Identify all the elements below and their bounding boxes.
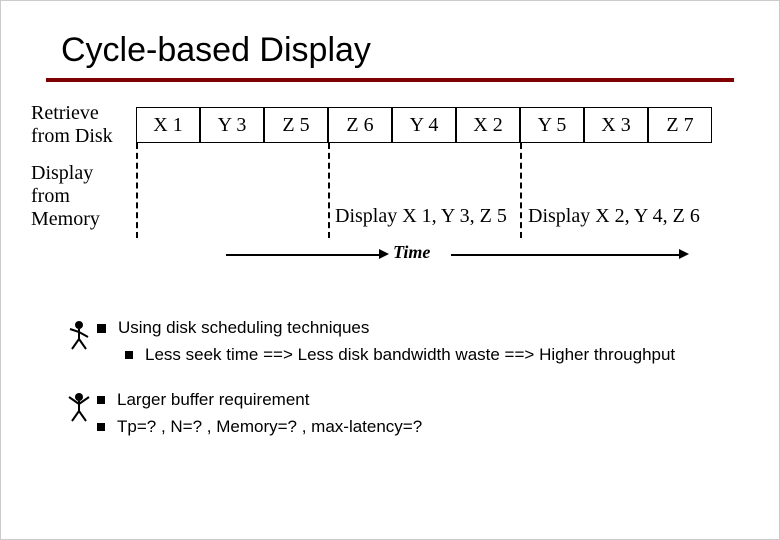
bullet-icon [97, 396, 105, 404]
arrowhead-left [379, 249, 389, 259]
time-arrow-left [226, 254, 381, 256]
dashed-1 [136, 143, 138, 238]
label-retrieve: Retrieve from Disk [31, 102, 131, 148]
bullet-main-1: Using disk scheduling techniques [118, 317, 369, 340]
bullet-group-1: Using disk scheduling techniques Less se… [61, 317, 749, 371]
page-title: Cycle-based Display [31, 21, 749, 78]
label-display: Display from Memory [31, 162, 131, 231]
block-1: Y 3 [200, 107, 264, 143]
dashed-2 [328, 143, 330, 238]
bullet-sub-1: Less seek time ==> Less disk bandwidth w… [145, 344, 675, 367]
bullet-sub-2b: Tp=? , N=? , Memory=? , max-latency=? [117, 416, 422, 439]
title-underline [46, 78, 734, 82]
block-3: Z 6 [328, 107, 392, 143]
diagram: Retrieve from Disk Display from Memory X… [31, 102, 749, 282]
block-5: X 2 [456, 107, 520, 143]
figure-icon-1 [61, 317, 97, 353]
arrowhead-right [679, 249, 689, 259]
block-6: Y 5 [520, 107, 584, 143]
block-2: Z 5 [264, 107, 328, 143]
display-text-1: Display X 1, Y 3, Z 5 [335, 205, 507, 228]
block-8: Z 7 [648, 107, 712, 143]
dashed-3 [520, 143, 522, 238]
bullet-icon [97, 423, 105, 431]
display-text-2: Display X 2, Y 4, Z 6 [528, 205, 700, 228]
block-7: X 3 [584, 107, 648, 143]
blocks-row: X 1 Y 3 Z 5 Z 6 Y 4 X 2 Y 5 X 3 Z 7 [136, 107, 712, 143]
bullet-group-2: Larger buffer requirement Tp=? , N=? , M… [61, 389, 749, 443]
bullet-icon [97, 324, 106, 333]
block-4: Y 4 [392, 107, 456, 143]
time-arrow-right [451, 254, 681, 256]
block-0: X 1 [136, 107, 200, 143]
bullet-icon [125, 351, 133, 359]
figure-icon-2 [61, 389, 97, 425]
bullets-section: Using disk scheduling techniques Less se… [31, 317, 749, 443]
bullet-sub-2a: Larger buffer requirement [117, 389, 309, 412]
time-label: Time [393, 242, 430, 263]
